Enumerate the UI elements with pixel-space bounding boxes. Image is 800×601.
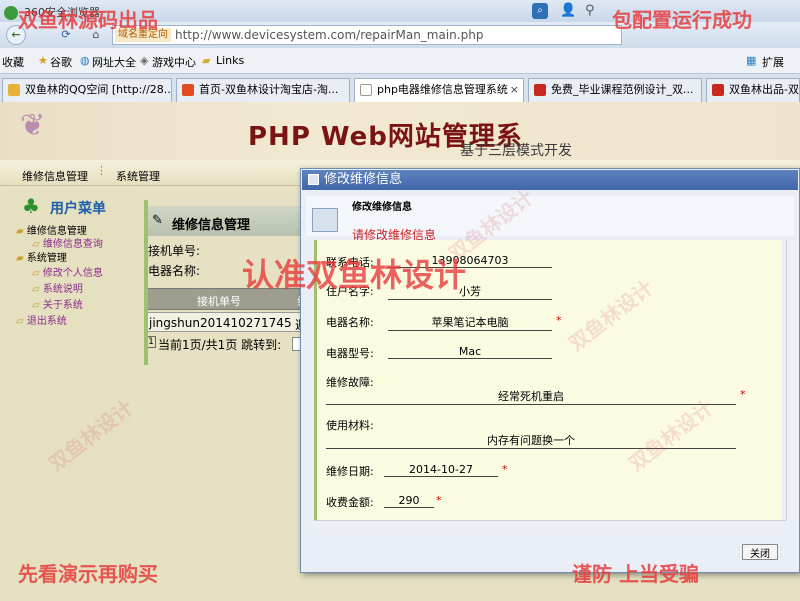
user-icon[interactable]: 👤 [560, 3, 576, 18]
dialog-title: 修改维修信息 [324, 172, 403, 187]
tab-strip: 双鱼林的QQ空间 [http://28... 首页-双鱼林设计淘宝店-淘... … [0, 74, 800, 102]
watermark-center: 认准双鱼林设计 [242, 256, 467, 294]
extensions-icon: ▦ [746, 54, 757, 67]
book-icon: ▱ [32, 284, 40, 295]
favorites-label[interactable]: 收藏 [2, 54, 24, 70]
tab-label: 首页-双鱼林设计淘宝店-淘... [199, 83, 339, 96]
column-header-order: 接机单号 [197, 295, 241, 308]
wrench-icon: ✎ [152, 213, 163, 228]
required-mark: * [556, 314, 562, 327]
watermark-top-right: 包配置运行成功 [612, 8, 752, 32]
label-device-name: 电器名称: [326, 316, 374, 329]
page-icon [360, 84, 372, 96]
content-title: 维修信息管理 [172, 218, 251, 233]
butterfly-icon: ❦ [20, 108, 46, 143]
content-header: ✎ 维修信息管理 [144, 206, 310, 236]
bookmark-google[interactable]: 谷歌 [50, 54, 72, 70]
menu-tree: ▰ 维修信息管理 ▱ 维修信息查询 ▰ 系统管理 ▱ 修改个人信息 ▱ 系统说明… [16, 226, 132, 330]
bookmark-games[interactable]: 游戏中心 [152, 54, 196, 70]
horizontal-scrollbar[interactable] [314, 520, 786, 532]
label-fee: 收费金额: [326, 496, 374, 509]
book-icon: ▱ [32, 300, 40, 311]
site-icon [712, 84, 724, 96]
tree-item-repair[interactable]: ▰ 维修信息管理 [16, 226, 132, 238]
user-menu-title: 用户菜单 [50, 201, 106, 217]
book-icon: ▱ [32, 268, 40, 279]
url-text: http://www.devicesystem.com/repairMan_ma… [175, 28, 484, 42]
tree-item-profile[interactable]: ▱ 修改个人信息 [16, 266, 132, 282]
tree-item-about[interactable]: ▱ 关于系统 [16, 298, 132, 314]
scrollbar[interactable] [786, 240, 798, 520]
watermark-top-left: 双鱼林源码出品 [18, 8, 158, 32]
watermark-bottom-left: 先看演示再购买 [18, 562, 158, 586]
device-name-field[interactable]: 苹果笔记本电脑 [388, 314, 552, 331]
menu-system[interactable]: 系统管理 [116, 168, 160, 184]
menu-separator: ⋮ [96, 164, 107, 177]
fee-field[interactable]: 290 [384, 494, 434, 508]
table-cell-order: jingshun201410271745 [149, 316, 292, 330]
tree-item-query[interactable]: ▱ 维修信息查询 [16, 238, 132, 252]
tab-php-system[interactable]: php电器维修信息管理系统 × [354, 78, 524, 102]
folder-icon: ▰ [202, 54, 211, 67]
url-field[interactable]: 域名重定向 http://www.devicesystem.com/repair… [112, 25, 622, 45]
tab-qzone[interactable]: 双鱼林的QQ空间 [http://28... [2, 78, 172, 102]
search-label-device: 电器名称: [148, 264, 201, 278]
browser-logo-icon [4, 6, 18, 20]
close-button[interactable]: 关闭 [742, 544, 778, 560]
required-mark: * [740, 388, 746, 401]
book-icon: ▱ [16, 316, 24, 327]
date-field[interactable]: 2014-10-27 [384, 463, 498, 477]
search-label-order: 接机单号: [148, 244, 201, 258]
required-mark: * [436, 494, 442, 507]
tree-item-system[interactable]: ▰ 系统管理 [16, 252, 132, 266]
dialog-header-label: 修改维修信息 [352, 202, 412, 213]
tab-label: 双鱼林的QQ空间 [http://28... [25, 83, 172, 96]
content-accent-bar [144, 200, 148, 365]
tab-label: 双鱼林出品-双鱼 [729, 83, 799, 96]
folder-icon: ▰ [16, 253, 24, 264]
site-icon [534, 84, 546, 96]
tab-free-course[interactable]: 免费_毕业课程范例设计_双... [528, 78, 702, 102]
bookmark-sites[interactable]: 网址大全 [92, 54, 136, 70]
pager-text: 当前1页/共1页 跳转到: [158, 338, 282, 352]
table-row[interactable]: jingshun201410271745 週 [146, 312, 310, 332]
search-icon[interactable]: ⌕ [532, 3, 548, 19]
folder-icon: ▰ [16, 226, 24, 237]
tree-item-about-doc[interactable]: ▱ 系统说明 [16, 282, 132, 298]
banner-subtitle: 基于三层模式开发 [460, 143, 572, 159]
tab-label: php电器维修信息管理系统 [377, 83, 508, 96]
label-model: 电器型号: [326, 347, 374, 360]
label-material: 使用材料: [326, 419, 374, 432]
required-mark: * [502, 463, 508, 476]
site-banner: ❦ PHP Web网站管理系 基于三层模式开发 [0, 102, 800, 160]
clover-icon: ♣ [22, 194, 40, 218]
sidebar: ♣ 用户菜单 ▰ 维修信息管理 ▱ 维修信息查询 ▰ 系统管理 ▱ 修改个人信息… [14, 190, 132, 580]
star-icon: ★ [38, 54, 48, 67]
star-icon [8, 84, 20, 96]
dialog-titlebar[interactable]: 修改维修信息 [302, 170, 798, 190]
window-icon [308, 174, 319, 185]
model-field[interactable]: Mac [388, 345, 552, 359]
bookmarks-bar: 收藏 ★ 谷歌 ◍ 网址大全 ◈ 游戏中心 ▰ Links ▦ 扩展 [0, 48, 800, 74]
edit-form-icon [312, 208, 338, 232]
taobao-icon [182, 84, 194, 96]
close-icon[interactable]: × [510, 79, 519, 101]
gamepad-icon: ◈ [140, 54, 149, 67]
fault-field[interactable]: 经常死机重启 [326, 388, 736, 405]
book-icon: ▱ [32, 239, 40, 250]
extensions-label[interactable]: 扩展 [762, 54, 784, 70]
magnifier-icon[interactable]: ⚲ [585, 3, 595, 18]
bookmark-links[interactable]: Links [216, 54, 244, 67]
tab-shuangyulin[interactable]: 双鱼林出品-双鱼 [706, 78, 800, 102]
tab-label: 免费_毕业课程范例设计_双... [551, 83, 694, 96]
menu-repair[interactable]: 维修信息管理 [22, 168, 88, 184]
tree-item-logout[interactable]: ▱ 退出系统 [16, 314, 132, 330]
watermark-bottom-right: 谨防 上当受骗 [572, 562, 699, 586]
globe-icon: ◍ [80, 54, 90, 67]
tab-taobao[interactable]: 首页-双鱼林设计淘宝店-淘... [176, 78, 350, 102]
label-date: 维修日期: [326, 465, 374, 478]
